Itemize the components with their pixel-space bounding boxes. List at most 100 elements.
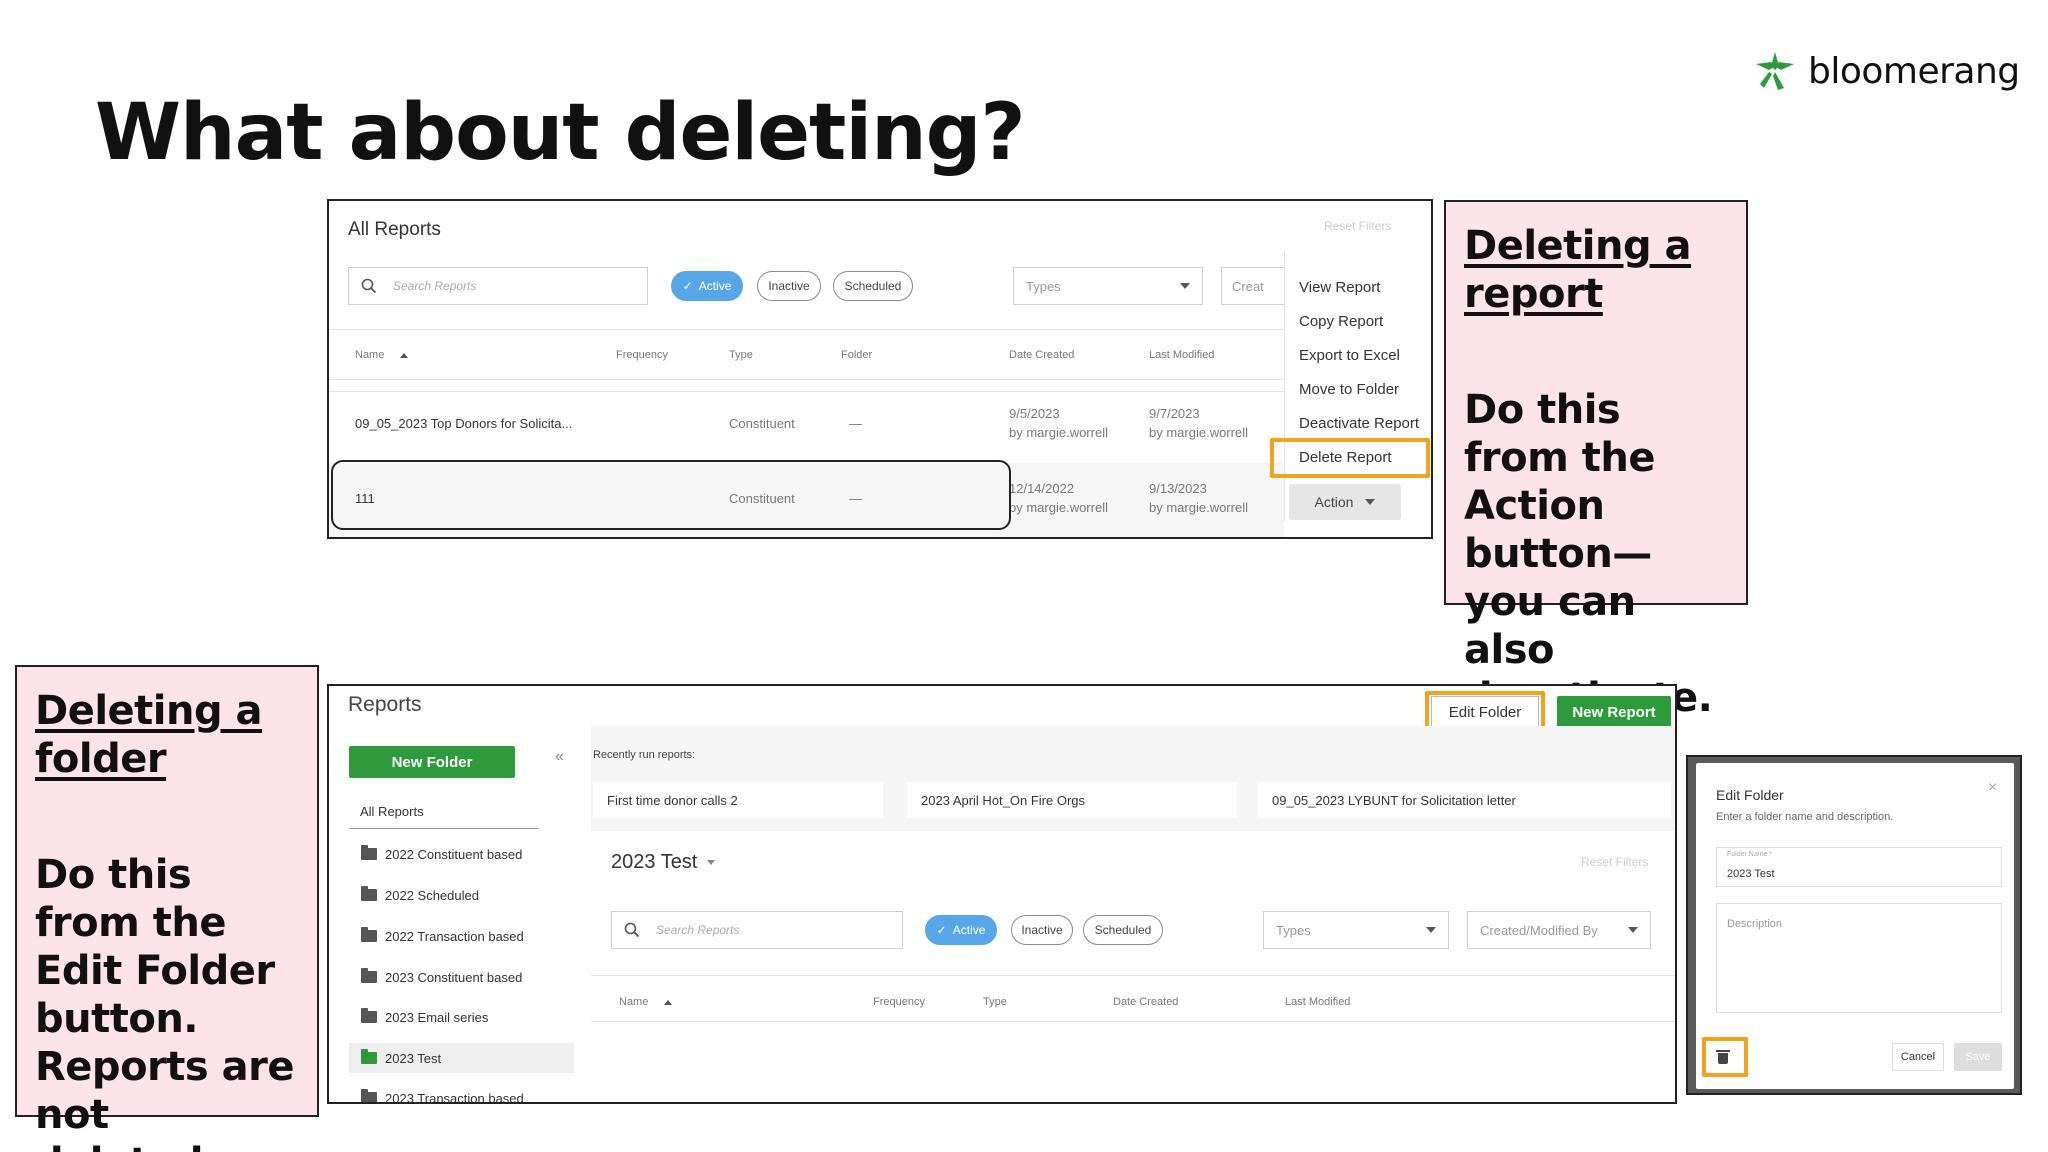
divider [591,1021,1675,1022]
sidebar-folder[interactable]: 2022 Scheduled [349,880,574,910]
recent-report-card[interactable]: 09_05_2023 LYBUNT for Solicitation lette… [1258,782,1671,818]
created-date: 9/5/2023 [1009,406,1060,421]
row-annotation-outline [331,460,1011,530]
divider [329,391,1284,392]
column-header-last-modified[interactable]: Last Modified [1149,349,1214,361]
action-button-label: Action [1314,494,1354,510]
filter-active[interactable]: ✓ Active [671,271,743,301]
chevron-down-icon [1426,927,1436,933]
column-header-date-created[interactable]: Date Created [1113,996,1178,1008]
chevron-down-icon [1628,927,1638,933]
created-by: by margie.worrell [1009,425,1108,440]
callout-deleting-report: Deleting a report Do this from the Actio… [1444,200,1748,721]
search-placeholder: Search Reports [656,923,740,937]
folder-icon [361,968,377,983]
column-header-frequency[interactable]: Frequency [873,996,925,1008]
column-header-frequency[interactable]: Frequency [616,349,668,361]
menu-item-export-excel[interactable]: Export to Excel [1299,347,1400,364]
divider [329,379,1284,380]
action-button[interactable]: Action [1289,484,1401,520]
filter-active[interactable]: ✓ Active [925,915,997,945]
new-folder-button[interactable]: New Folder [349,746,515,778]
created-by-placeholder: Creat [1232,278,1264,294]
created-modified-select[interactable]: Created/Modified By [1467,911,1651,949]
sidebar-item-all-reports[interactable]: All Reports [360,804,424,819]
save-button[interactable]: Save [1954,1043,2002,1071]
folder-label: 2022 Scheduled [385,887,479,903]
modal-subtitle: Enter a folder name and description. [1716,811,1894,823]
modal-title: Edit Folder [1716,787,1784,803]
sidebar-folder[interactable]: 2022 Transaction based [349,921,574,951]
filter-active-label: Active [698,279,732,293]
callout-body: Do this from the Edit Folder button. Rep… [35,852,294,1152]
edit-folder-modal: Edit Folder Enter a folder name and desc… [1696,763,2014,1089]
search-placeholder: Search Reports [393,279,477,293]
filter-inactive[interactable]: Inactive [757,271,821,301]
close-icon[interactable]: × [1988,779,1997,797]
brand-name: bloomerang [1808,50,2020,92]
filter-scheduled[interactable]: Scheduled [833,271,913,301]
description-field[interactable]: Description [1716,903,2002,1013]
description-placeholder: Description [1727,918,1783,930]
folder-icon [361,886,377,901]
cancel-button[interactable]: Cancel [1892,1043,1944,1071]
column-header-type[interactable]: Type [983,996,1007,1008]
sidebar-folder[interactable]: 2023 Transaction based [349,1083,574,1102]
folder-name-field[interactable]: Folder Name * 2023 Test [1716,847,2002,887]
report-name[interactable]: 09_05_2023 Top Donors for Solicita... [355,416,572,431]
collapse-sidebar-icon[interactable]: « [555,748,564,766]
folder-label: 2023 Test [385,1050,442,1066]
column-header-folder[interactable]: Folder [841,349,872,361]
chevron-down-icon [1180,283,1190,289]
filter-inactive[interactable]: Inactive [1011,915,1073,945]
sidebar-folder[interactable]: 2023 Email series [349,1002,574,1032]
report-folder: — [849,416,862,431]
folder-icon [361,1008,377,1023]
folder-icon [361,1089,377,1102]
reset-filters-link[interactable]: Reset Filters [1581,855,1648,869]
recently-run-label: Recently run reports: [593,749,696,761]
edit-folder-button[interactable]: Edit Folder [1431,696,1539,728]
search-input[interactable]: Search Reports [348,267,648,305]
menu-item-view-report[interactable]: View Report [1299,279,1380,296]
sidebar-folder[interactable]: 2022 Constituent based [349,839,574,869]
reset-filters-link[interactable]: Reset Filters [1324,219,1391,233]
folder-report-list: 2023 Test Reset Filters Search Reports ✓… [591,831,1675,1102]
menu-item-move-to-folder[interactable]: Move to Folder [1299,381,1399,398]
column-header-last-modified[interactable]: Last Modified [1285,996,1350,1008]
action-dropdown-menu: View Report Copy Report Export to Excel … [1284,251,1431,521]
filter-scheduled[interactable]: Scheduled [1083,915,1163,945]
folder-title[interactable]: 2023 Test [611,851,716,874]
types-placeholder: Types [1276,922,1311,938]
menu-item-deactivate-report[interactable]: Deactivate Report [1299,415,1419,432]
column-header-name[interactable]: Name [355,349,409,361]
sidebar-folder[interactable]: 2023 Constituent based [349,962,574,992]
divider [349,828,539,829]
recent-report-card[interactable]: 2023 April Hot_On Fire Orgs [907,782,1237,818]
column-header-name[interactable]: Name [619,996,673,1008]
all-reports-screenshot: All Reports Reset Filters Search Reports… [327,199,1433,539]
types-placeholder: Types [1026,278,1061,294]
menu-item-delete-report[interactable]: Delete Report [1299,449,1392,466]
check-icon: ✓ [936,923,947,937]
folder-label: 2022 Constituent based [385,846,523,862]
slide-title: What about deleting? [95,88,1026,178]
types-select[interactable]: Types [1263,911,1449,949]
sidebar-folder-selected[interactable]: 2023 Test [349,1043,574,1073]
sort-ascending-icon [400,353,409,358]
column-header-type[interactable]: Type [729,349,753,361]
menu-item-copy-report[interactable]: Copy Report [1299,313,1383,330]
search-input[interactable]: Search Reports [611,911,903,949]
created-by-select[interactable]: Creat [1221,267,1291,305]
folder-label: 2022 Transaction based [385,928,524,944]
folder-name-value: 2023 Test [1727,868,1775,880]
new-report-button[interactable]: New Report [1557,696,1671,728]
types-select[interactable]: Types [1013,267,1203,305]
folder-name-label: Folder Name * [1727,851,1773,858]
recent-report-card[interactable]: First time donor calls 2 [593,782,883,818]
folder-label: 2023 Email series [385,1009,489,1025]
chevron-down-icon [707,860,716,865]
trash-icon[interactable] [1716,1050,1730,1064]
column-header-date-created[interactable]: Date Created [1009,349,1074,361]
column-header-label: Name [355,349,385,361]
